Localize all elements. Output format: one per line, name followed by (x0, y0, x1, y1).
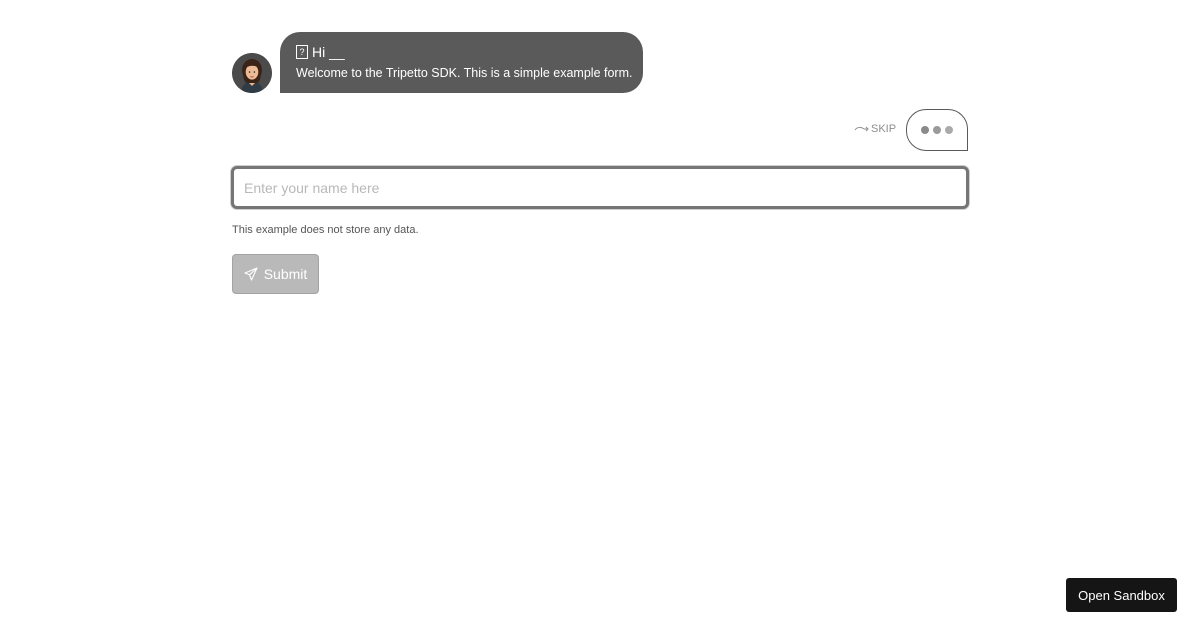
greeting-text: Hi __ (312, 44, 345, 60)
bot-message-bubble: ? Hi __ Welcome to the Tripetto SDK. Thi… (280, 32, 643, 93)
welcome-message: Welcome to the Tripetto SDK. This is a s… (296, 66, 633, 80)
question-box-icon: ? (296, 45, 308, 59)
skip-label: SKIP (871, 123, 897, 135)
bot-message-title: ? Hi __ (296, 43, 627, 61)
paper-plane-icon (244, 267, 258, 281)
typing-dot (945, 126, 953, 134)
typing-indicator (906, 109, 968, 151)
woman-avatar-icon (232, 53, 272, 93)
bot-message-row: ? Hi __ Welcome to the Tripetto SDK. Thi… (232, 32, 643, 93)
submit-label: Submit (263, 266, 308, 282)
skip-link[interactable]: SKIP (854, 123, 896, 135)
submit-button[interactable]: Submit (232, 254, 319, 294)
name-input[interactable] (231, 166, 969, 209)
open-sandbox-button[interactable]: Open Sandbox (1066, 578, 1177, 612)
typing-dot (933, 126, 941, 134)
privacy-note: This example does not store any data. (232, 224, 419, 236)
typing-dot (921, 126, 929, 134)
skip-arrow-icon (854, 126, 869, 132)
chat-form-page: ? Hi __ Welcome to the Tripetto SDK. Thi… (0, 0, 1200, 630)
